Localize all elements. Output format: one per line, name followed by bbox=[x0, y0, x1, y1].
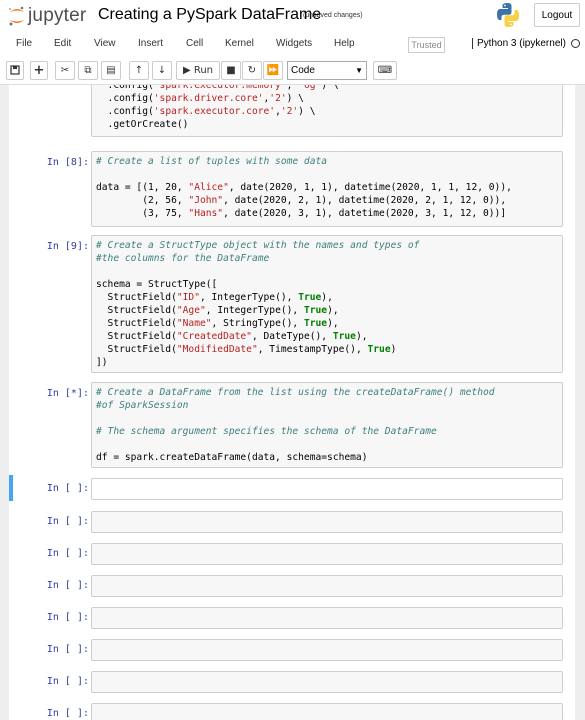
code-cell[interactable]: In [ ]: bbox=[9, 637, 575, 663]
cell-input[interactable] bbox=[91, 639, 563, 661]
restart-run-all-button[interactable]: ⏩ bbox=[263, 61, 283, 80]
scissors-icon: ✂ bbox=[60, 65, 70, 76]
paste-icon: ▤ bbox=[106, 65, 116, 76]
chevron-down-icon: ▼ bbox=[355, 66, 363, 75]
toolbar: + ✂ ⧉ ▤ ↑ ↓ ▶ Run ■ ↻ ⏩ Code ▼ ⌨ bbox=[0, 58, 585, 85]
play-icon: ▶ bbox=[182, 65, 191, 76]
arrow-down-icon: ↓ bbox=[157, 65, 167, 76]
interrupt-button[interactable]: ■ bbox=[221, 61, 241, 80]
cell-code: # Create a StructType object with the na… bbox=[96, 240, 420, 368]
code-cell[interactable]: In [ ]: bbox=[9, 605, 575, 631]
plus-icon: + bbox=[33, 63, 45, 78]
cell-prompt: In [ ]: bbox=[46, 580, 89, 591]
cell-code: # Create a DataFrame from the list using… bbox=[96, 387, 495, 463]
cell-prompt: In [ ]: bbox=[46, 548, 89, 559]
cell-prompt: In [ ]: bbox=[46, 612, 89, 623]
cell-input[interactable]: # Create a StructType object with the na… bbox=[91, 235, 563, 373]
copy-button[interactable]: ⧉ bbox=[78, 61, 98, 80]
code-cell[interactable]: In [ ]: bbox=[9, 669, 575, 695]
paste-button[interactable]: ▤ bbox=[101, 61, 121, 80]
code-cell[interactable]: In [ ]: bbox=[9, 509, 575, 535]
insert-cell-button[interactable]: + bbox=[30, 61, 48, 80]
arrow-up-icon: ↑ bbox=[134, 65, 144, 76]
copy-icon: ⧉ bbox=[84, 65, 92, 76]
move-up-button[interactable]: ↑ bbox=[129, 61, 149, 80]
logout-button[interactable]: Logout bbox=[534, 3, 580, 27]
cell-input[interactable] bbox=[91, 543, 563, 565]
code-cell[interactable]: .config("spark.executor.memory", "6g") \… bbox=[9, 85, 575, 139]
kernel-name[interactable]: Python 3 (ipykernel) bbox=[472, 38, 566, 49]
code-cell[interactable]: In [9]: # Create a StructType object wit… bbox=[9, 235, 575, 375]
cell-prompt: In [8]: bbox=[46, 157, 89, 168]
keyboard-icon: ⌨ bbox=[377, 65, 393, 76]
cell-prompt: In [ ]: bbox=[46, 483, 89, 494]
save-icon bbox=[10, 65, 20, 75]
run-label: Run bbox=[193, 65, 214, 76]
cell-prompt: In [ ]: bbox=[46, 644, 89, 655]
cell-input[interactable]: # Create a DataFrame from the list using… bbox=[91, 382, 563, 468]
menu-kernel[interactable]: Kernel bbox=[225, 38, 254, 49]
jupyter-logo-text: jupyter bbox=[28, 5, 87, 26]
cell-input[interactable] bbox=[91, 511, 563, 533]
code-cell[interactable]: In [ ]: bbox=[9, 541, 575, 567]
cell-prompt: In [ ]: bbox=[46, 676, 89, 687]
notebook-title[interactable]: Creating a PySpark DataFrame bbox=[98, 6, 321, 24]
restart-icon: ↻ bbox=[247, 65, 257, 76]
trusted-indicator[interactable]: Trusted bbox=[408, 37, 445, 53]
kernel-status-icon bbox=[571, 39, 580, 48]
code-cell-selected[interactable]: In [ ]: bbox=[9, 475, 575, 503]
save-status: (unsaved changes) bbox=[303, 12, 363, 19]
code-cell[interactable]: In [*]: # Create a DataFrame from the li… bbox=[9, 382, 575, 470]
jupyter-logo-icon bbox=[9, 6, 24, 26]
move-down-button[interactable]: ↓ bbox=[152, 61, 172, 80]
fast-forward-icon: ⏩ bbox=[266, 65, 280, 76]
cell-input[interactable] bbox=[91, 703, 563, 720]
cell-prompt: In [ ]: bbox=[46, 708, 89, 719]
cell-input[interactable] bbox=[91, 671, 563, 693]
cell-type-value: Code bbox=[291, 65, 315, 76]
restart-button[interactable]: ↻ bbox=[242, 61, 262, 80]
menu-view[interactable]: View bbox=[94, 38, 116, 49]
menu-edit[interactable]: Edit bbox=[54, 38, 71, 49]
menu-widgets[interactable]: Widgets bbox=[276, 38, 312, 49]
menu-file[interactable]: File bbox=[16, 38, 32, 49]
code-cell[interactable]: In [8]: # Create a list of tuples with s… bbox=[9, 151, 575, 229]
run-button[interactable]: ▶ Run bbox=[176, 61, 220, 80]
cell-code: # Create a list of tuples with some data… bbox=[96, 156, 512, 219]
menu-help[interactable]: Help bbox=[334, 38, 355, 49]
cell-code: .config("spark.executor.memory", "6g") \… bbox=[96, 85, 339, 130]
command-palette-button[interactable]: ⌨ bbox=[373, 61, 397, 80]
python-logo-icon bbox=[497, 3, 519, 27]
code-cell[interactable]: In [ ]: bbox=[9, 573, 575, 599]
cell-input[interactable] bbox=[91, 478, 563, 500]
cell-input[interactable] bbox=[91, 607, 563, 629]
cell-input[interactable]: .config("spark.executor.memory", "6g") \… bbox=[91, 85, 563, 137]
cell-type-select[interactable]: Code ▼ bbox=[287, 61, 367, 80]
notebook-header: jupyter Creating a PySpark DataFrame (un… bbox=[0, 0, 585, 32]
cell-prompt: In [*]: bbox=[46, 388, 89, 399]
notebook-container: .config("spark.executor.memory", "6g") \… bbox=[9, 85, 575, 720]
cell-prompt: In [ ]: bbox=[46, 516, 89, 527]
cell-input[interactable] bbox=[91, 575, 563, 597]
cut-button[interactable]: ✂ bbox=[55, 61, 75, 80]
save-button[interactable] bbox=[6, 61, 24, 80]
menu-cell[interactable]: Cell bbox=[186, 38, 203, 49]
stop-icon: ■ bbox=[226, 65, 236, 76]
code-cell[interactable]: In [ ]: bbox=[9, 701, 575, 720]
page-scrollbar[interactable] bbox=[576, 85, 585, 720]
cell-input[interactable]: # Create a list of tuples with some data… bbox=[91, 151, 563, 227]
cell-prompt: In [9]: bbox=[46, 241, 89, 252]
jupyter-logo[interactable]: jupyter bbox=[8, 4, 88, 28]
menu-insert[interactable]: Insert bbox=[138, 38, 163, 49]
